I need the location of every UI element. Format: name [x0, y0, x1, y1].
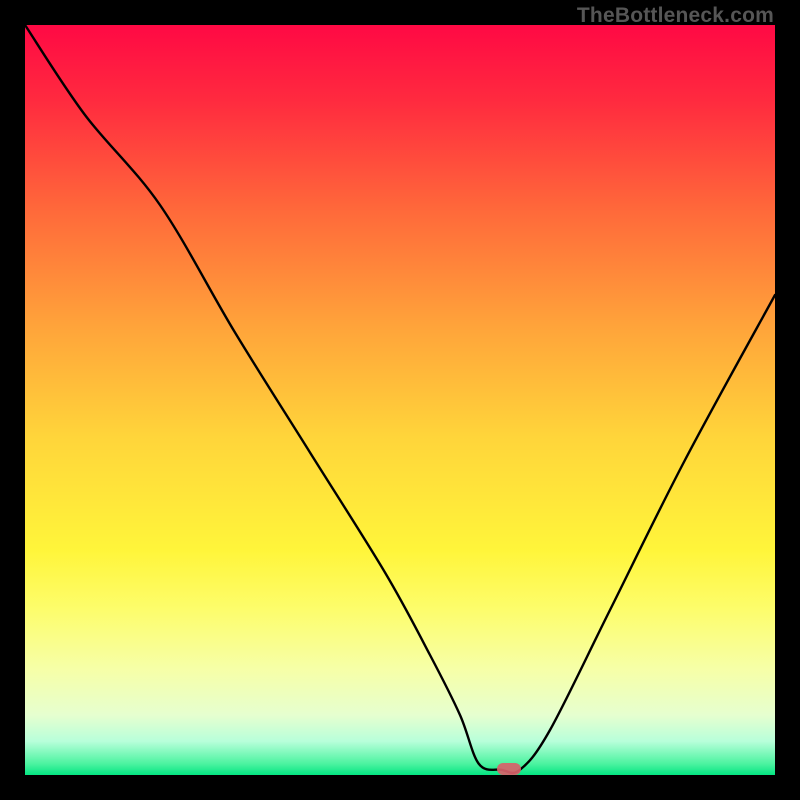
bottleneck-chart: TheBottleneck.com [0, 0, 800, 800]
watermark-text: TheBottleneck.com [577, 4, 774, 28]
plot-area [25, 25, 775, 775]
bottleneck-curve [25, 25, 775, 773]
optimum-marker [497, 763, 521, 775]
curve-layer [25, 25, 775, 775]
